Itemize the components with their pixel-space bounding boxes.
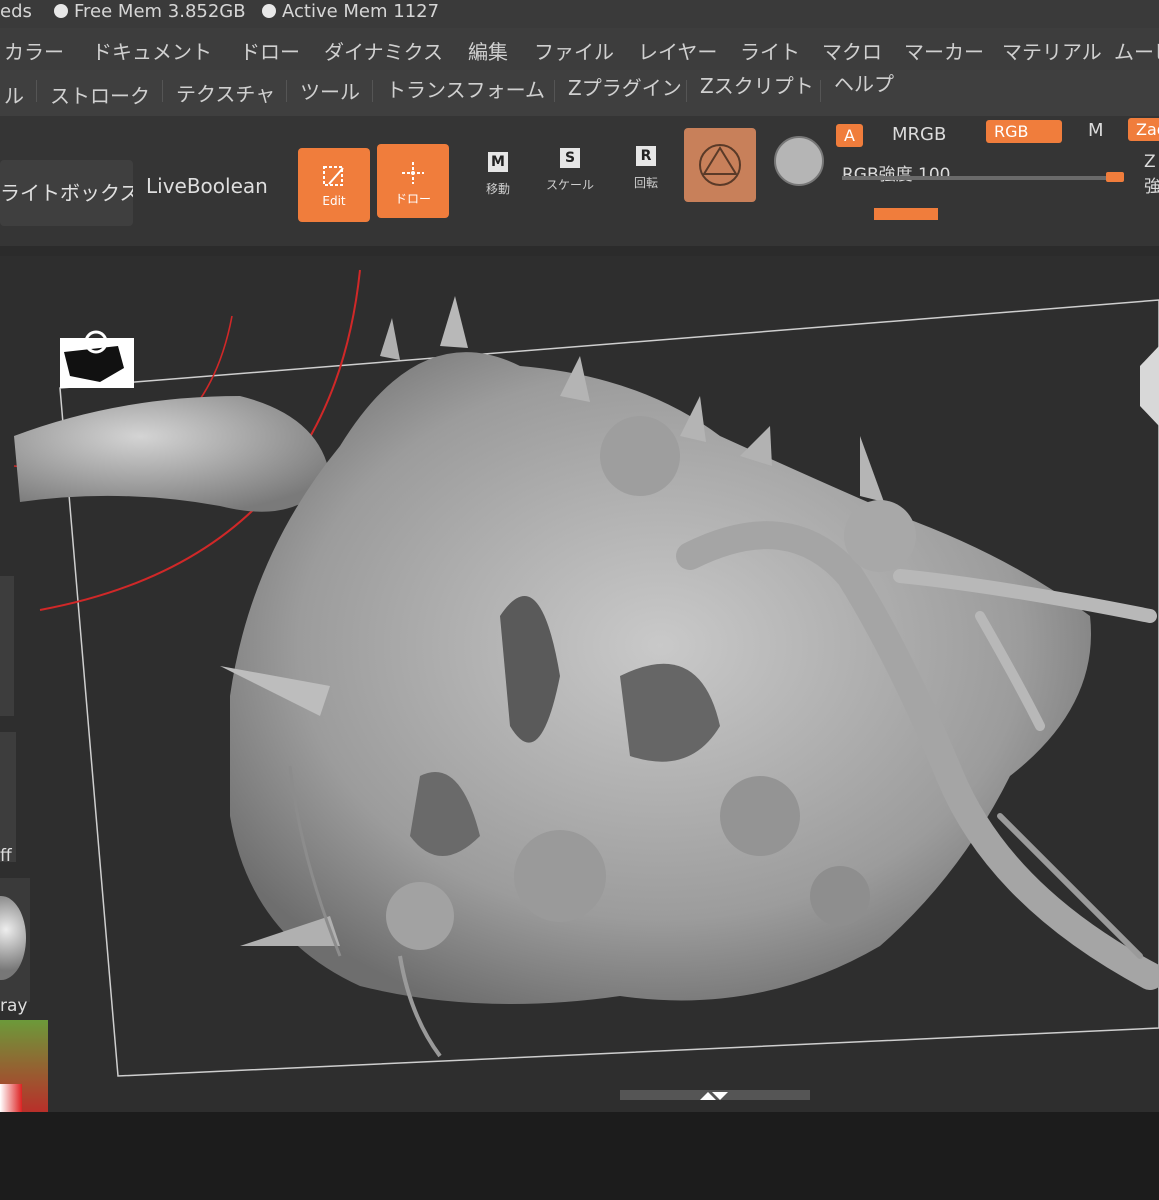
- menu-layer[interactable]: レイヤー: [638, 36, 717, 65]
- menu-tool[interactable]: ツール: [300, 76, 360, 105]
- rotate-icon: R: [636, 146, 656, 166]
- menu-zscript[interactable]: Zスクリプト: [700, 70, 814, 99]
- menu-draw[interactable]: ドロー: [240, 36, 300, 65]
- lightbox-button[interactable]: ライトボックス: [0, 160, 133, 226]
- menu-divider: [820, 80, 821, 102]
- material-icon: [699, 144, 741, 186]
- menu-divider: [162, 80, 163, 102]
- draw-button[interactable]: ドロー: [377, 144, 449, 218]
- liveboolean-button[interactable]: LiveBoolean: [146, 174, 268, 198]
- rotate-label: 回転: [633, 176, 658, 190]
- edit-button[interactable]: Edit: [298, 148, 370, 222]
- menu-edit[interactable]: 編集: [468, 36, 508, 65]
- canvas-scroll-handle[interactable]: [620, 1090, 810, 1100]
- rotate-button[interactable]: R 回転: [616, 136, 676, 212]
- menu-file[interactable]: ファイル: [534, 36, 614, 65]
- off-label: ff: [0, 846, 12, 866]
- status-prefix: eds: [0, 1, 32, 22]
- menu-divider: [554, 80, 555, 102]
- a-toggle[interactable]: A: [836, 124, 863, 147]
- color-picker-swatch: [0, 1084, 22, 1114]
- material-button[interactable]: [684, 128, 756, 202]
- free-mem-indicator: Free Mem 3.852GB: [54, 1, 246, 22]
- circle-icon: [54, 4, 68, 18]
- draw-label: ドロー: [394, 192, 431, 206]
- menu-help[interactable]: ヘルプ: [834, 68, 894, 97]
- menu-marker[interactable]: マーカー: [904, 36, 984, 65]
- rotate-navigation-icon[interactable]: [60, 330, 134, 388]
- status-bar: eds Free Mem 3.852GB Active Mem 1127: [0, 0, 1159, 28]
- left-panel-slot[interactable]: [0, 732, 16, 862]
- menu-texture[interactable]: テクスチャ: [176, 78, 275, 107]
- left-panel-slot[interactable]: [0, 576, 14, 716]
- active-mem-indicator: Active Mem 1127: [262, 1, 439, 22]
- scale-button[interactable]: S スケール: [540, 138, 600, 214]
- move-button[interactable]: M 移動: [468, 142, 528, 218]
- circle-icon: [262, 4, 276, 18]
- edit-icon: [323, 166, 344, 186]
- rgb-intensity-slider[interactable]: [842, 176, 1124, 180]
- canvas[interactable]: ff ray: [0, 256, 1159, 1150]
- rgb-toggle[interactable]: RGB: [986, 120, 1062, 143]
- menu-divider: [286, 80, 287, 102]
- menu-divider: [686, 80, 687, 102]
- menu-light[interactable]: ライト: [740, 36, 800, 65]
- material-preview-panel[interactable]: [0, 878, 30, 1002]
- scale-icon: S: [560, 148, 580, 168]
- gizmo-icon[interactable]: [1140, 346, 1159, 426]
- zadd-toggle[interactable]: Zad: [1128, 118, 1159, 141]
- menu-material[interactable]: マテリアル: [1002, 36, 1102, 65]
- sculpt-model[interactable]: [14, 296, 1159, 1058]
- menu-divider: [372, 80, 373, 102]
- scale-label: スケール: [545, 178, 594, 192]
- material-label: ray: [0, 996, 28, 1016]
- menu-stroke[interactable]: ストローク: [50, 80, 150, 109]
- menu-tool-partial[interactable]: ル: [4, 80, 24, 109]
- monitor-bezel: [0, 1112, 1159, 1200]
- draw-icon: [402, 162, 424, 184]
- main-menu-row-2: ル ストローク テクスチャ ツール トランスフォーム Zプラグイン Zスクリプト…: [0, 70, 1159, 116]
- menu-zplugin[interactable]: Zプラグイン: [568, 72, 682, 101]
- menu-color[interactable]: カラー: [4, 36, 64, 65]
- menu-divider: [36, 80, 37, 102]
- active-indicator: [874, 208, 938, 220]
- menu-document[interactable]: ドキュメント: [92, 36, 212, 65]
- main-menu-row-1: カラー ドキュメント ドロー ダイナミクス 編集 ファイル レイヤー ライト マ…: [0, 28, 1159, 70]
- menu-movie[interactable]: ムービ: [1114, 36, 1159, 65]
- sphere-icon[interactable]: [774, 136, 824, 186]
- top-toolbar: ライトボックス LiveBoolean Edit ドロー M 移動 S スケール…: [0, 116, 1159, 246]
- menu-dynamics[interactable]: ダイナミクス: [324, 36, 443, 65]
- move-label: 移動: [485, 182, 510, 196]
- rgb-intensity-slider-knob[interactable]: [1106, 172, 1124, 182]
- move-icon: M: [488, 152, 508, 172]
- material-sphere-icon: [0, 896, 26, 980]
- menu-macro[interactable]: マクロ: [822, 36, 882, 65]
- edit-label: Edit: [322, 194, 346, 208]
- m-button[interactable]: M: [1088, 120, 1104, 141]
- mrgb-button[interactable]: MRGB: [892, 124, 946, 145]
- menu-transform[interactable]: トランスフォーム: [386, 74, 545, 103]
- sculpt-viewport[interactable]: [0, 256, 1159, 1116]
- rgb-intensity-label: RGB強度 100: [842, 165, 951, 185]
- z-intensity-label: Z強: [1144, 152, 1159, 197]
